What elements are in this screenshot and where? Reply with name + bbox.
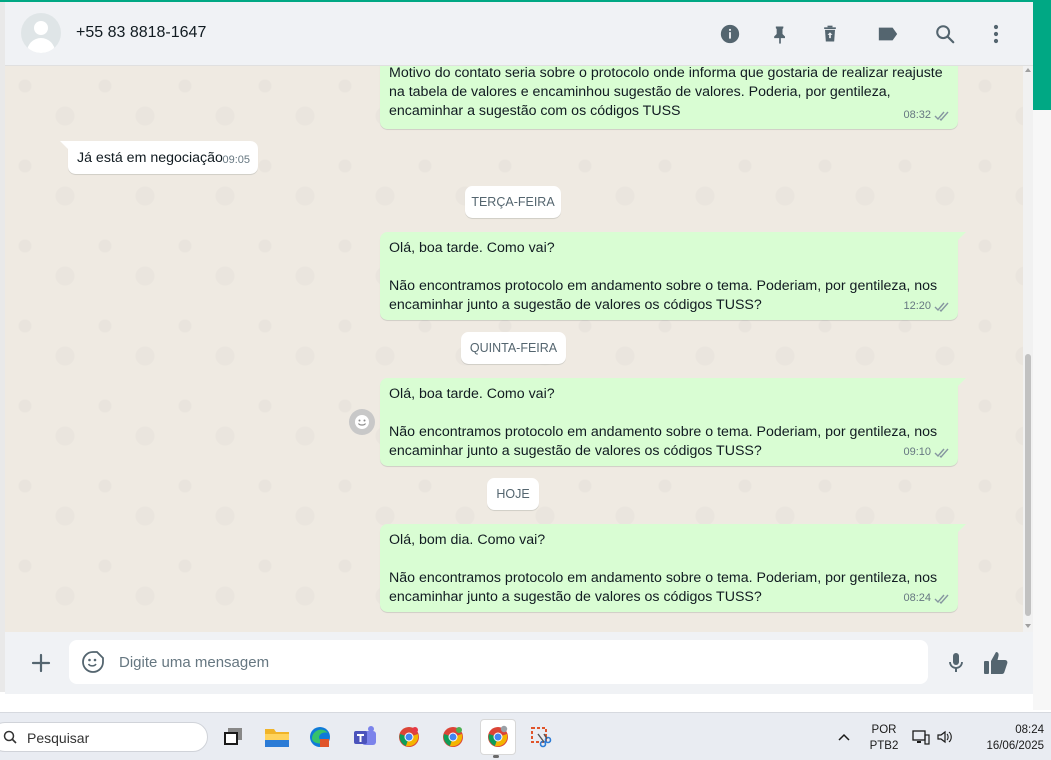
label-icon[interactable] [876,22,900,46]
message-text: Olá, boa tarde. Como vai? Não encontramo… [389,240,938,313]
chat-header: +55 83 8818-1647 [5,2,1033,66]
magnifier-icon [3,730,17,744]
scroll-down-arrow-icon[interactable] [1025,624,1031,628]
message-meta: 12:20 [903,297,950,316]
scroll-thumb[interactable] [1025,354,1031,616]
chrome-icon[interactable] [480,719,516,758]
read-ticks-icon [934,594,949,604]
search-icon[interactable] [933,22,957,46]
read-ticks-icon [934,302,949,312]
contact-name[interactable]: +55 83 8818-1647 [76,24,206,42]
date-separator: HOJE [487,478,539,510]
message-bubble[interactable]: Olá, bom dia. Como vai? Não encontramos … [380,524,966,612]
message-text: Já está em negociação [77,150,223,166]
date-separator: TERÇA-FEIRA [465,186,561,218]
message-time: 12:20 [903,300,931,312]
taskbar-search-text: Pesquisar [27,730,90,746]
speaker-icon[interactable] [934,722,956,752]
message-bubble[interactable]: Olá, boa tarde. Como vai? Não encontramo… [380,378,966,466]
edge-icon[interactable] [305,722,335,752]
smiley-icon [355,415,369,429]
clock-time[interactable]: 08:24 [960,724,1044,736]
task-view-icon[interactable] [218,722,248,752]
message-meta: 09:05 [222,151,250,170]
language-indicator-line2[interactable]: PTB2 [866,740,902,752]
message-meta: 09:10 [903,443,950,462]
message-composer [5,632,1033,694]
avatar-body-shape [27,38,55,53]
tray-chevron-up-icon[interactable] [832,722,856,752]
sticker-icon[interactable] [81,650,105,674]
message-meta: 08:32 [903,106,950,125]
message-bubble[interactable]: Olá, boa tarde. Como vai? Não encontramo… [380,232,966,320]
message-time: 08:32 [903,109,931,121]
pin-icon[interactable] [768,22,792,46]
message-text: Olá, boa tarde. Como vai? Não encontramo… [389,386,938,459]
file-explorer-icon[interactable] [262,722,292,752]
date-separator: QUINTA-FEIRA [461,332,566,364]
microphone-icon[interactable] [944,651,968,675]
attach-plus-icon[interactable] [29,651,53,675]
window-right-accent [1033,0,1051,110]
thumbs-up-icon[interactable] [982,650,1010,676]
whatsapp-window: +55 83 8818-1647 Motivo do contato seria… [5,2,1033,694]
contact-avatar[interactable] [21,13,61,53]
window-right-edge [1033,110,1051,710]
message-time: 09:10 [903,446,931,458]
message-bubble[interactable]: Já está em negociação 09:05 [60,141,258,174]
message-time: 08:24 [903,592,931,604]
clock-date[interactable]: 16/06/2025 [960,740,1044,752]
scroll-up-arrow-icon[interactable] [1025,68,1031,72]
language-indicator-line1[interactable]: POR [866,724,902,736]
message-input-box [69,640,928,684]
chat-area[interactable]: Motivo do contato seria sobre o protocol… [5,66,1033,632]
message-bubble[interactable]: Motivo do contato seria sobre o protocol… [380,66,958,129]
active-app-indicator [493,755,499,758]
info-icon[interactable] [718,22,742,46]
avatar-head-shape [34,21,48,35]
taskbar-search[interactable]: Pesquisar [0,722,208,752]
menu-icon[interactable] [984,22,1008,46]
read-ticks-icon [934,448,949,458]
chat-scrollbar[interactable] [1023,66,1033,632]
emoji-reaction-button[interactable] [349,409,375,435]
chrome-icon[interactable] [394,722,424,752]
network-icon[interactable] [910,722,932,752]
message-meta: 08:24 [903,589,950,608]
chrome-icon[interactable] [438,722,468,752]
message-text: Olá, bom dia. Como vai? Não encontramos … [389,532,938,605]
teams-icon[interactable] [350,722,380,752]
delete-icon[interactable] [818,22,842,46]
message-text: Motivo do contato seria sobre o protocol… [389,66,943,119]
message-input[interactable] [119,640,909,684]
windows-taskbar: Pesquisar POR PTB2 08:24 16/06/2025 [0,712,1051,760]
message-time: 09:05 [222,154,250,166]
read-ticks-icon [934,111,949,121]
snipping-tool-icon[interactable] [526,722,556,752]
